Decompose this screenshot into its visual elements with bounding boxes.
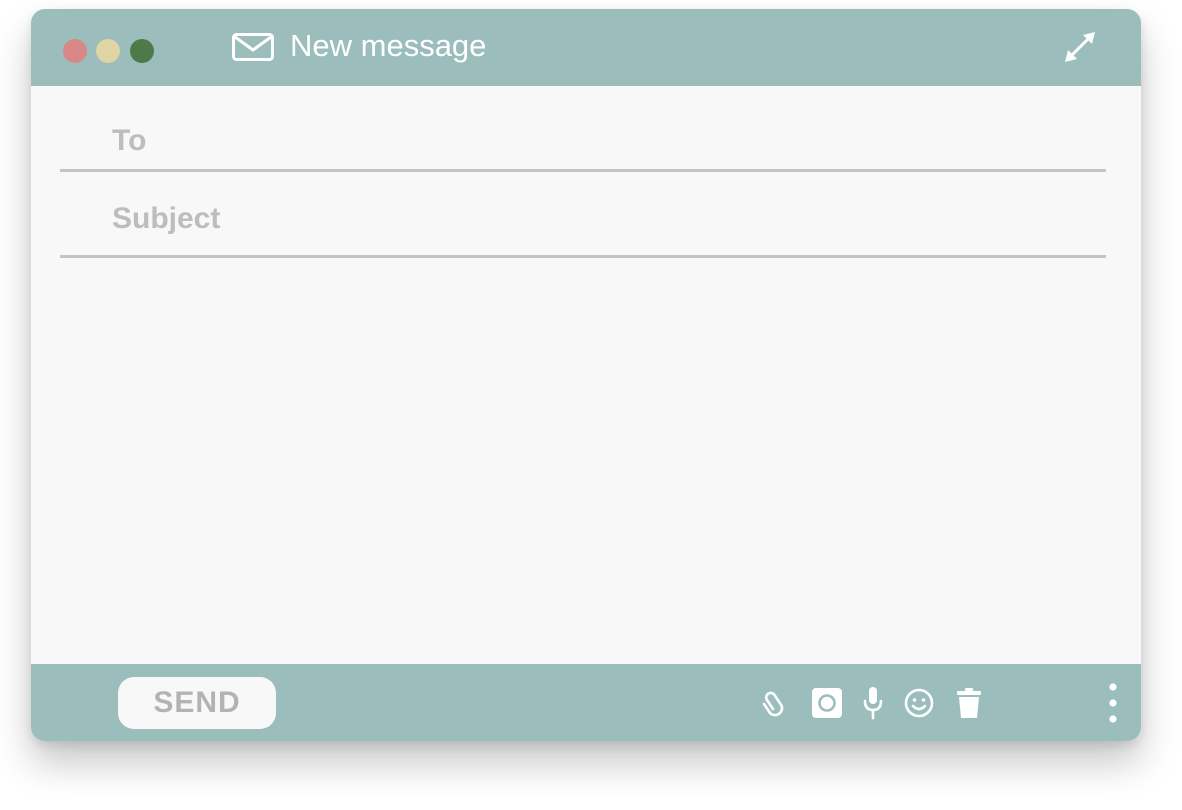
compose-window: New message SEND xyxy=(31,9,1141,741)
zoom-window-button[interactable] xyxy=(130,39,154,63)
microphone-icon[interactable] xyxy=(856,686,890,720)
minimize-window-button[interactable] xyxy=(96,39,120,63)
close-window-button[interactable] xyxy=(63,39,87,63)
emoji-icon[interactable] xyxy=(902,686,936,720)
title-bar: New message xyxy=(31,9,1141,86)
compose-toolbar: SEND xyxy=(31,664,1141,741)
trash-icon[interactable] xyxy=(952,686,986,720)
expand-diagonal-icon[interactable] xyxy=(1062,29,1098,65)
paperclip-icon[interactable] xyxy=(759,686,793,720)
subject-input[interactable] xyxy=(112,197,1072,241)
to-field-row xyxy=(60,109,1106,172)
message-body-textarea[interactable] xyxy=(60,273,1106,653)
send-button[interactable]: SEND xyxy=(118,677,276,729)
mail-icon xyxy=(232,33,274,61)
window-title: New message xyxy=(290,28,487,63)
camera-icon[interactable] xyxy=(810,686,844,720)
more-vertical-icon[interactable] xyxy=(1103,682,1123,724)
to-input[interactable] xyxy=(112,119,1072,163)
subject-field-row xyxy=(60,187,1106,258)
